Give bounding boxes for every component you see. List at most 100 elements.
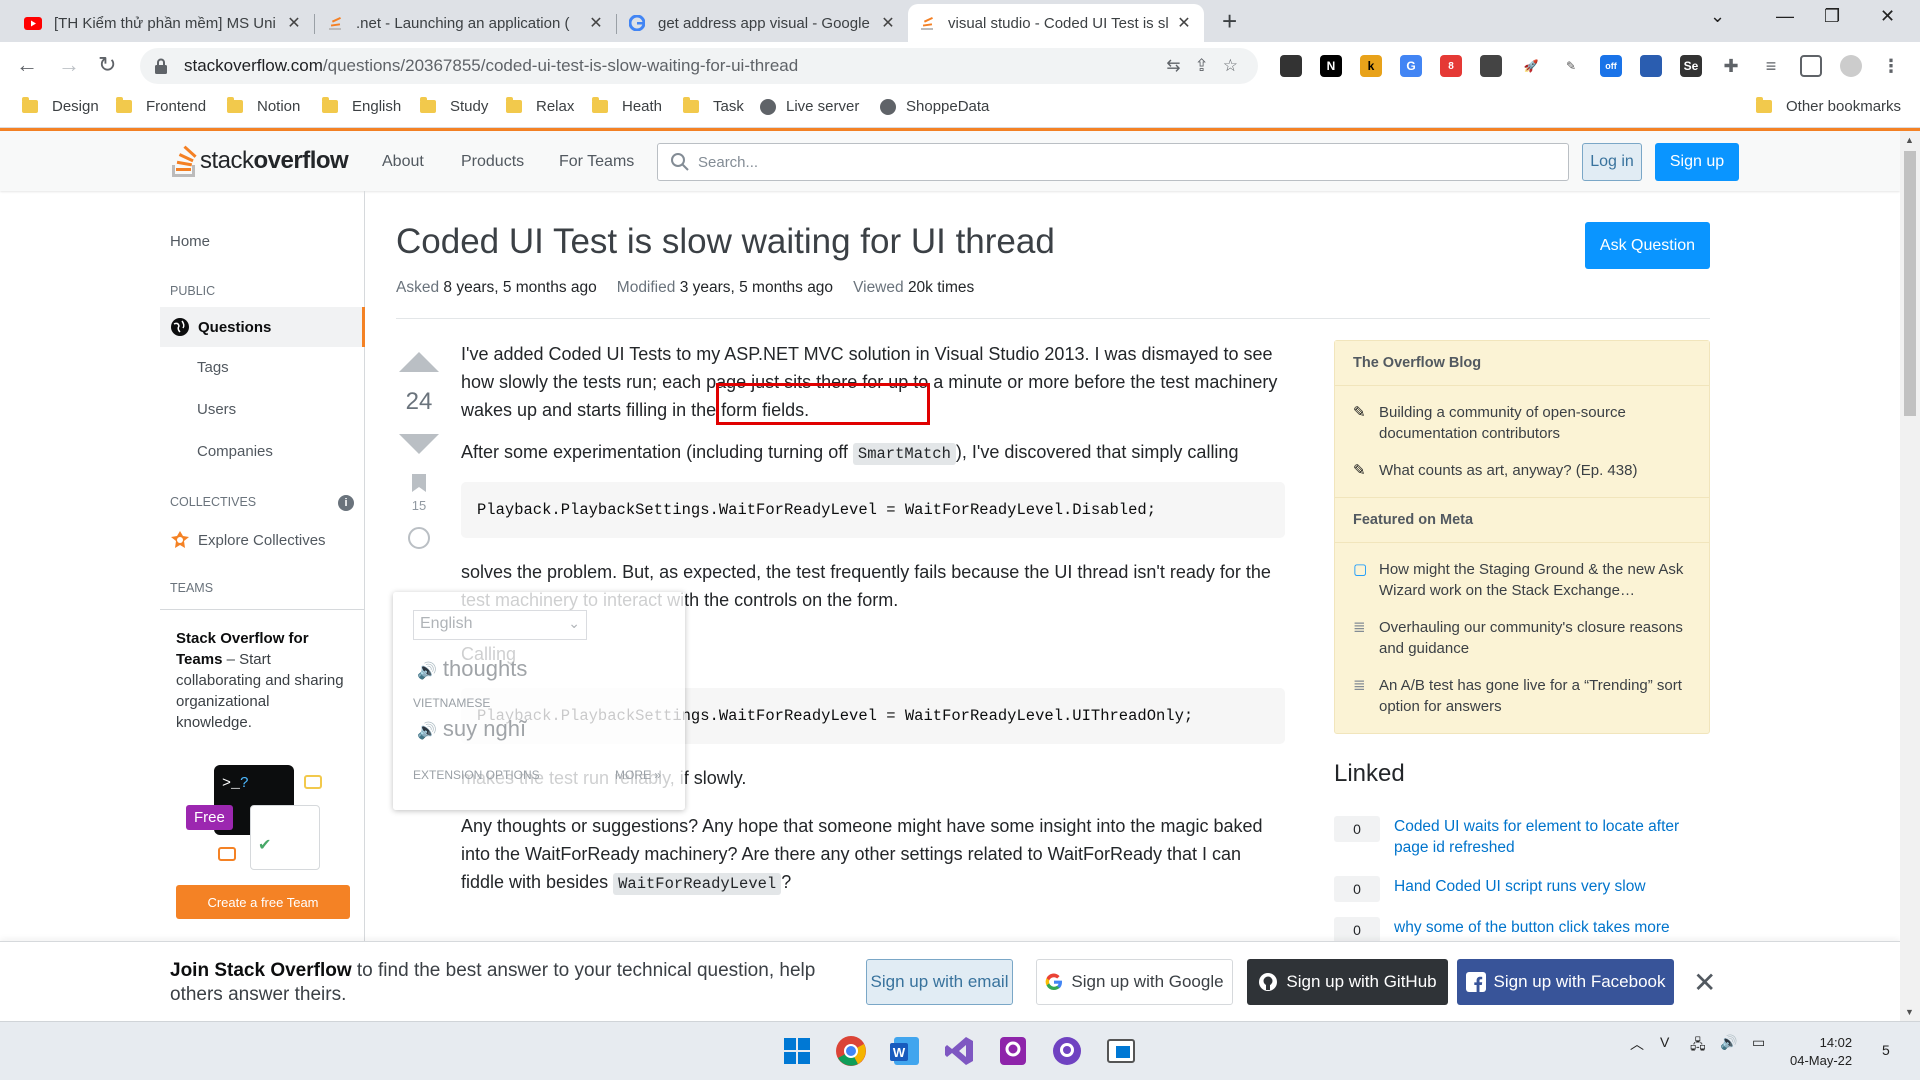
blog-item[interactable]: ✎ Building a community of open-source doc… — [1335, 394, 1709, 452]
question-title[interactable]: Coded UI Test is slow waiting for UI thr… — [396, 222, 1055, 262]
notification-count[interactable]: 5 — [1882, 1042, 1890, 1058]
rocket-icon[interactable]: 🚀 — [1520, 55, 1542, 77]
network-icon[interactable]: 🖧 — [1690, 1034, 1706, 1058]
off-extension-icon[interactable]: off — [1600, 55, 1622, 77]
bookmark-icon[interactable] — [412, 474, 426, 492]
bookmark-english[interactable]: English — [322, 97, 401, 115]
minimize-button[interactable]: — — [1776, 6, 1794, 27]
reload-button[interactable]: ↻ — [98, 52, 116, 78]
github-desktop-icon[interactable] — [1050, 1034, 1084, 1068]
notion-icon[interactable]: N — [1320, 55, 1342, 77]
back-button[interactable]: ← — [16, 52, 38, 78]
signup-google-button[interactable]: Sign up with Google — [1036, 959, 1233, 1005]
close-icon[interactable]: ✕ — [1693, 966, 1716, 999]
pdf-app-icon[interactable] — [996, 1034, 1030, 1068]
blog-item[interactable]: ✎ What counts as art, anyway? (Ep. 438) — [1335, 452, 1709, 489]
puzzle-icon[interactable]: ✚ — [1720, 55, 1742, 77]
bookmark-task[interactable]: Task — [683, 97, 744, 115]
meta-item[interactable]: ≣ An A/B test has gone live for a “Trendi… — [1335, 667, 1709, 725]
scrollbar[interactable]: ▲ ▼ — [1900, 131, 1920, 1021]
k-extension-icon[interactable]: k — [1360, 55, 1382, 77]
bookmark-heath[interactable]: Heath — [592, 97, 662, 115]
star-icon[interactable]: ☆ — [1223, 56, 1238, 76]
more-icon[interactable]: ⋮ — [1880, 55, 1902, 77]
close-icon[interactable]: ✕ — [284, 13, 304, 33]
screen-icon[interactable] — [1480, 55, 1502, 77]
word-icon[interactable]: W — [888, 1034, 922, 1068]
stackoverflow-logo[interactable]: stackoverflow — [170, 143, 349, 179]
nav-users[interactable]: Users — [197, 401, 236, 418]
linked-item[interactable]: 0 Coded UI waits for element to locate af… — [1334, 816, 1704, 858]
vpn-icon[interactable]: V — [1660, 1034, 1669, 1050]
extension-options-link[interactable]: EXTENSION OPTIONS — [413, 768, 540, 782]
side-panel-icon[interactable] — [1800, 55, 1822, 77]
other-bookmarks[interactable]: Other bookmarks — [1756, 97, 1901, 115]
close-icon[interactable]: ✕ — [1174, 13, 1194, 33]
bookmark-design[interactable]: Design — [22, 97, 99, 115]
address-bar[interactable]: stackoverflow.com/questions/20367855/cod… — [140, 48, 1258, 84]
browser-tab[interactable]: .net - Launching an application ( ✕ — [316, 4, 616, 42]
bookmark-relax[interactable]: Relax — [506, 97, 574, 115]
bookmark-live-server[interactable]: Live server — [760, 98, 859, 115]
app-window-icon[interactable] — [1104, 1034, 1138, 1068]
bookmark-shoppedata[interactable]: ShoppeData — [880, 98, 989, 115]
new-tab-button[interactable]: + — [1222, 6, 1237, 37]
nav-products[interactable]: Products — [461, 153, 524, 171]
browser-tab-active[interactable]: visual studio - Coded UI Test is sl ✕ — [908, 4, 1204, 42]
nav-explore-collectives[interactable]: Explore Collectives — [170, 530, 326, 550]
search-input[interactable] — [698, 153, 1498, 171]
bookmark-frontend[interactable]: Frontend — [116, 97, 206, 115]
signup-button[interactable]: Sign up — [1655, 143, 1739, 181]
se-extension-icon[interactable]: Se — [1680, 55, 1702, 77]
scroll-down-icon[interactable]: ▼ — [1905, 1007, 1914, 1017]
info-icon[interactable]: i — [338, 495, 354, 511]
google-translate-icon[interactable]: G — [1400, 55, 1422, 77]
bookmark-study[interactable]: Study — [420, 97, 488, 115]
nav-companies[interactable]: Companies — [197, 443, 273, 460]
create-team-button[interactable]: Create a free Team — [176, 885, 350, 919]
chrome-icon[interactable] — [834, 1034, 868, 1068]
translate-icon[interactable]: ⇆ — [1166, 56, 1180, 76]
clock[interactable]: 14:02 04-May-22 — [1790, 1034, 1852, 1070]
extension-badge-icon[interactable]: 8 — [1440, 55, 1462, 77]
close-icon[interactable]: ✕ — [878, 13, 898, 33]
browser-tab[interactable]: [TH Kiểm thử phần mềm] MS Uni ✕ — [14, 4, 314, 42]
nav-questions[interactable]: Questions — [160, 307, 365, 347]
nav-tags[interactable]: Tags — [197, 359, 229, 376]
search-box[interactable] — [657, 143, 1569, 181]
ask-question-button[interactable]: Ask Question — [1585, 222, 1710, 269]
nav-about[interactable]: About — [382, 153, 424, 171]
extension-icon[interactable] — [1280, 55, 1302, 77]
linked-item[interactable]: 0 why some of the button click takes more — [1334, 917, 1704, 943]
source-word[interactable]: 🔊 thoughts — [417, 656, 527, 682]
battery-icon[interactable]: ▭ — [1752, 1034, 1765, 1051]
meta-item[interactable]: ≣ Overhauling our community's closure rea… — [1335, 609, 1709, 667]
pen-icon[interactable]: ✎ — [1560, 55, 1582, 77]
reading-list-icon[interactable]: ≡ — [1760, 55, 1782, 77]
language-select[interactable]: English ⌄ — [413, 610, 587, 640]
nav-for-teams[interactable]: For Teams — [559, 153, 634, 171]
downvote-icon[interactable] — [399, 434, 439, 454]
forward-button[interactable]: → — [58, 52, 80, 78]
close-window-button[interactable]: ✕ — [1880, 6, 1895, 27]
close-icon[interactable]: ✕ — [586, 13, 606, 33]
browser-tab[interactable]: get address app visual - Google S ✕ — [618, 4, 908, 42]
avatar[interactable] — [1840, 55, 1862, 77]
more-link[interactable]: MORE » — [615, 768, 661, 782]
linked-item[interactable]: 0 Hand Coded UI script runs very slow — [1334, 876, 1704, 902]
share-icon[interactable]: ⇪ — [1195, 56, 1209, 76]
windows-start-icon[interactable] — [780, 1034, 814, 1068]
history-icon[interactable] — [408, 527, 430, 549]
restore-button[interactable]: ❐ — [1824, 6, 1840, 27]
scroll-up-icon[interactable]: ▲ — [1905, 135, 1914, 145]
visual-studio-icon[interactable] — [942, 1034, 976, 1068]
chevron-up-icon[interactable]: ︿ — [1630, 1034, 1644, 1054]
signup-email-button[interactable]: Sign up with email — [866, 959, 1013, 1005]
upvote-icon[interactable] — [399, 352, 439, 372]
scroll-thumb[interactable] — [1904, 151, 1916, 416]
volume-icon[interactable]: 🔊 — [1720, 1034, 1737, 1051]
edge-extension-icon[interactable] — [1640, 55, 1662, 77]
nav-home[interactable]: Home — [170, 233, 210, 250]
chevron-down-icon[interactable]: ⌄ — [1710, 6, 1725, 27]
login-button[interactable]: Log in — [1582, 143, 1642, 181]
